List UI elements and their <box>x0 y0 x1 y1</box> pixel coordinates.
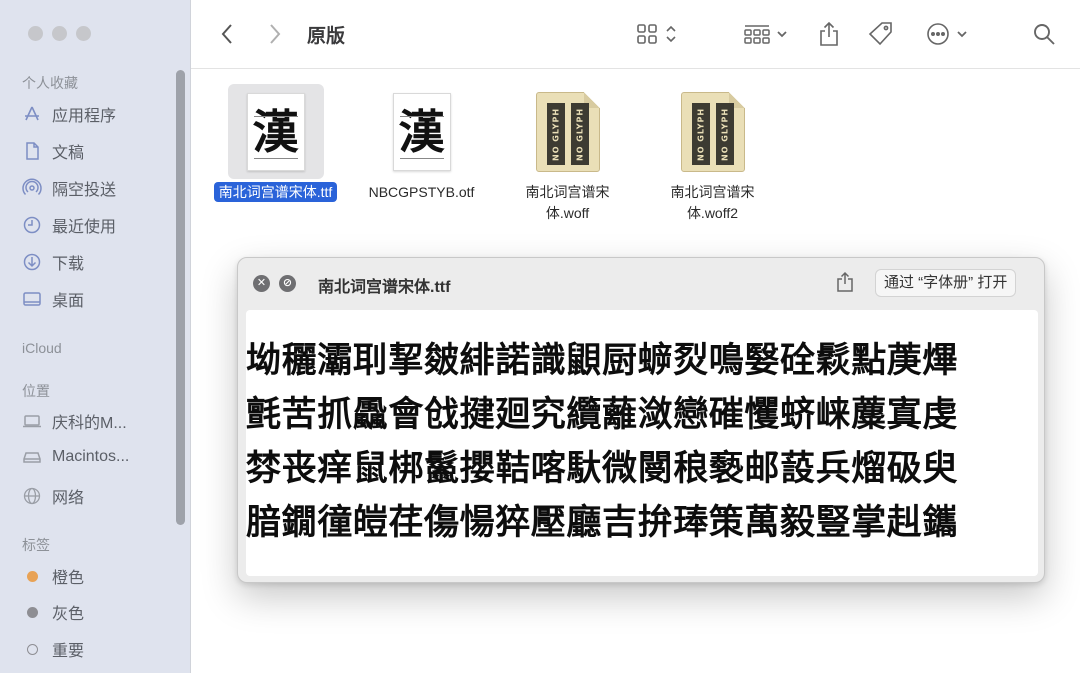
sidebar-tag-orange[interactable]: 橙色 <box>22 564 84 588</box>
file-name[interactable]: 南北词宫谱宋体.woff2 <box>663 182 763 224</box>
file-thumbnail: NO GLYPH NO GLYPH <box>665 84 761 179</box>
sidebar: 个人收藏 应用程序 文稿 隔空投送 最近使用 下载 桌面 iCloud 位置 庆… <box>0 0 191 673</box>
no-glyph-icon: NO GLYPH NO GLYPH <box>680 91 745 172</box>
tag-button[interactable] <box>868 20 894 48</box>
grid-icon <box>637 24 657 44</box>
file-item-otf[interactable]: 漢 NBCGPSTYB.otf <box>349 84 494 203</box>
share-button[interactable] <box>836 271 854 298</box>
sidebar-item-label: 最近使用 <box>52 219 117 236</box>
chevron-updown-icon <box>666 25 676 43</box>
sidebar-scrollbar[interactable] <box>176 70 185 525</box>
sidebar-item-downloads[interactable]: 下载 <box>22 250 84 274</box>
airdrop-icon <box>22 178 42 198</box>
sidebar-item-label: 网络 <box>52 490 85 507</box>
icloud-section-title: iCloud <box>22 340 62 356</box>
search-icon <box>1034 24 1055 45</box>
orange-tag-dot-icon <box>22 566 42 586</box>
sample-line: 腤鐗徸皚荏傷愓猝壓廳吉拚琫策萬毅豎掌赳鑴 <box>246 502 959 543</box>
document-icon <box>22 141 42 161</box>
sidebar-item-label: 橙色 <box>52 570 85 587</box>
empty-tag-dot-icon <box>22 639 42 659</box>
chevron-down-icon <box>957 31 967 38</box>
chevron-right-icon <box>270 24 281 44</box>
close-icon[interactable]: ✕ <box>253 275 270 292</box>
share-icon <box>820 21 838 46</box>
file-name[interactable]: 南北词宫谱宋体.ttf <box>203 182 348 203</box>
file-thumbnail: NO GLYPH NO GLYPH <box>520 84 616 179</box>
group-grid-icon <box>744 25 770 44</box>
file-item-woff[interactable]: NO GLYPH NO GLYPH 南北词宫谱宋体.woff <box>495 84 640 224</box>
sidebar-item-airdrop[interactable]: 隔空投送 <box>22 176 116 200</box>
chevron-down-icon <box>777 31 787 38</box>
folder-title: 原版 <box>307 26 346 47</box>
tag-icon <box>868 22 892 46</box>
quicklook-title: 南北词宫谱宋体.ttf <box>318 279 451 296</box>
sample-line: 坳穲灞刵挈皴緋諾識鼰厨蝷烮鳴嫛硂鬏點菮熚 <box>246 340 959 381</box>
tags-section-title: 标签 <box>22 537 50 553</box>
sample-line: 棼丧痒鼠梆鬣攖鞊喀馱微閿稂褻邮蔎兵熘砐臾 <box>246 448 959 489</box>
gray-tag-dot-icon <box>22 602 42 622</box>
share-button[interactable] <box>818 20 840 48</box>
sidebar-item-label: 桌面 <box>52 293 85 310</box>
sidebar-item-label: 灰色 <box>52 606 85 623</box>
locations-section-title: 位置 <box>22 383 50 399</box>
applications-icon <box>22 104 42 124</box>
laptop-icon <box>22 411 42 431</box>
sidebar-item-label: Macintos... <box>52 448 130 465</box>
sample-line: 氈苦抓飍會戗揵廻究纜蘺潋戀磪戄蛴崃蘪寘虔 <box>246 394 959 435</box>
font-preview-icon: 漢 <box>392 92 451 171</box>
sidebar-tag-important[interactable]: 重要 <box>22 637 84 661</box>
sidebar-item-computer[interactable]: 庆科的M... <box>22 409 127 433</box>
sidebar-tag-gray[interactable]: 灰色 <box>22 600 84 624</box>
download-icon <box>22 252 42 272</box>
sidebar-item-desktop[interactable]: 桌面 <box>22 287 84 311</box>
file-thumbnail: 漢 <box>374 84 470 179</box>
sidebar-item-documents[interactable]: 文稿 <box>22 139 84 163</box>
file-thumbnail: 漢 <box>227 84 324 179</box>
chevron-left-icon <box>221 24 232 44</box>
sidebar-item-label: 隔空投送 <box>52 182 117 199</box>
search-button[interactable] <box>1032 20 1056 48</box>
sidebar-item-label: 应用程序 <box>52 108 117 125</box>
font-sample-area: 坳穲灞刵挈皴緋諾識鼰厨蝷烮鳴嫛硂鬏點菮熚 氈苦抓飍會戗揵廻究纜蘺潋戀磪戄蛴崃蘪寘… <box>246 310 1038 576</box>
file-item-woff2[interactable]: NO GLYPH NO GLYPH 南北词宫谱宋体.woff2 <box>640 84 785 224</box>
quicklook-header: ✕ ⊘ 南北词宫谱宋体.ttf 通过 “字体册” 打开 <box>238 258 1044 308</box>
group-button[interactable] <box>744 20 788 48</box>
no-glyph-icon: NO GLYPH NO GLYPH <box>535 91 600 172</box>
more-actions-button[interactable] <box>926 20 968 48</box>
sidebar-item-label: 重要 <box>52 643 85 660</box>
sidebar-item-applications[interactable]: 应用程序 <box>22 102 116 126</box>
file-item-ttf[interactable]: 漢 南北词宫谱宋体.ttf <box>203 84 348 203</box>
share-icon <box>837 271 853 292</box>
ellipsis-circle-icon <box>927 23 949 45</box>
quicklook-window: ✕ ⊘ 南北词宫谱宋体.ttf 通过 “字体册” 打开 坳穲灞刵挈皴緋諾識鼰厨蝷… <box>237 257 1045 583</box>
toolbar: 原版 <box>191 0 1080 69</box>
globe-icon <box>22 486 42 506</box>
font-preview-icon: 漢 <box>246 92 305 171</box>
sidebar-item-macintosh-hd[interactable]: Macintos... <box>22 447 129 467</box>
close-window-button[interactable] <box>28 26 43 41</box>
sidebar-item-recents[interactable]: 最近使用 <box>22 213 116 237</box>
clock-icon <box>22 215 42 235</box>
drive-icon <box>22 447 42 467</box>
fullscreen-icon[interactable]: ⊘ <box>279 275 296 292</box>
open-with-font-book-button[interactable]: 通过 “字体册” 打开 <box>875 269 1017 297</box>
sidebar-item-label: 下载 <box>52 256 85 273</box>
sidebar-item-label: 庆科的M... <box>52 415 127 432</box>
file-name[interactable]: NBCGPSTYB.otf <box>349 182 494 203</box>
minimize-window-button[interactable] <box>52 26 67 41</box>
sidebar-item-network[interactable]: 网络 <box>22 484 84 508</box>
view-mode-button[interactable] <box>636 20 677 48</box>
desktop-icon <box>22 289 42 309</box>
file-name[interactable]: 南北词宫谱宋体.woff <box>520 182 616 224</box>
forward-button[interactable] <box>267 20 283 48</box>
favorites-section-title: 个人收藏 <box>22 75 78 91</box>
back-button[interactable] <box>219 20 235 48</box>
sidebar-item-label: 文稿 <box>52 145 85 162</box>
window-controls <box>28 26 91 41</box>
zoom-window-button[interactable] <box>76 26 91 41</box>
